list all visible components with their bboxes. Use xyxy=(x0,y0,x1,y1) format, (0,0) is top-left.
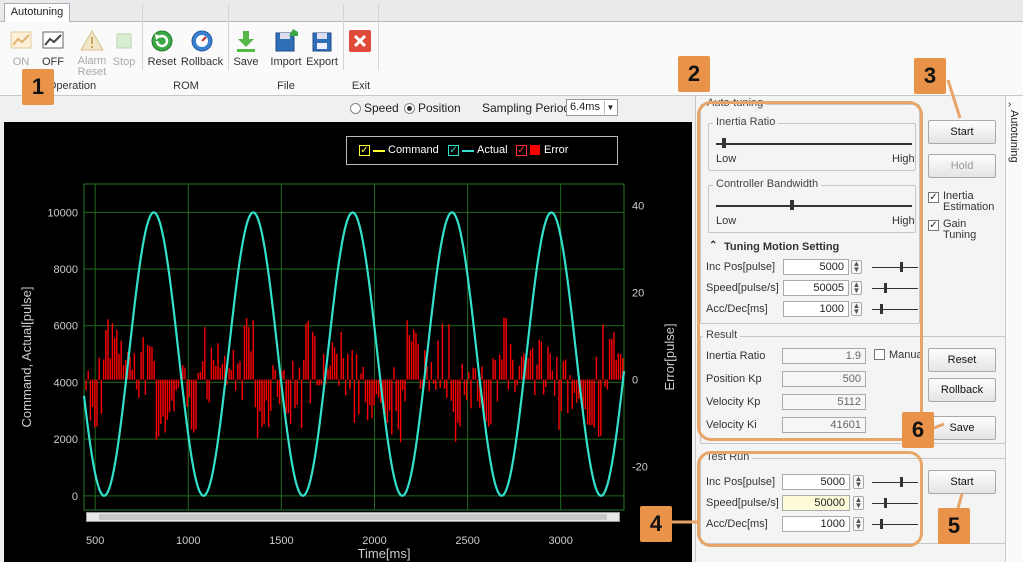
callout-badge-3: 3 xyxy=(914,58,946,94)
callout-arrow-3 xyxy=(946,79,962,119)
callout-badge-2: 2 xyxy=(678,56,710,92)
callout-arrow-6 xyxy=(933,422,945,430)
callout-badge-5: 5 xyxy=(938,508,970,544)
callout-arrow-5 xyxy=(956,493,964,509)
callout-badge-4: 4 xyxy=(640,506,672,542)
callout-badge-1: 1 xyxy=(22,69,54,105)
callout-badge-6: 6 xyxy=(902,412,934,448)
callout-arrows xyxy=(672,79,964,524)
